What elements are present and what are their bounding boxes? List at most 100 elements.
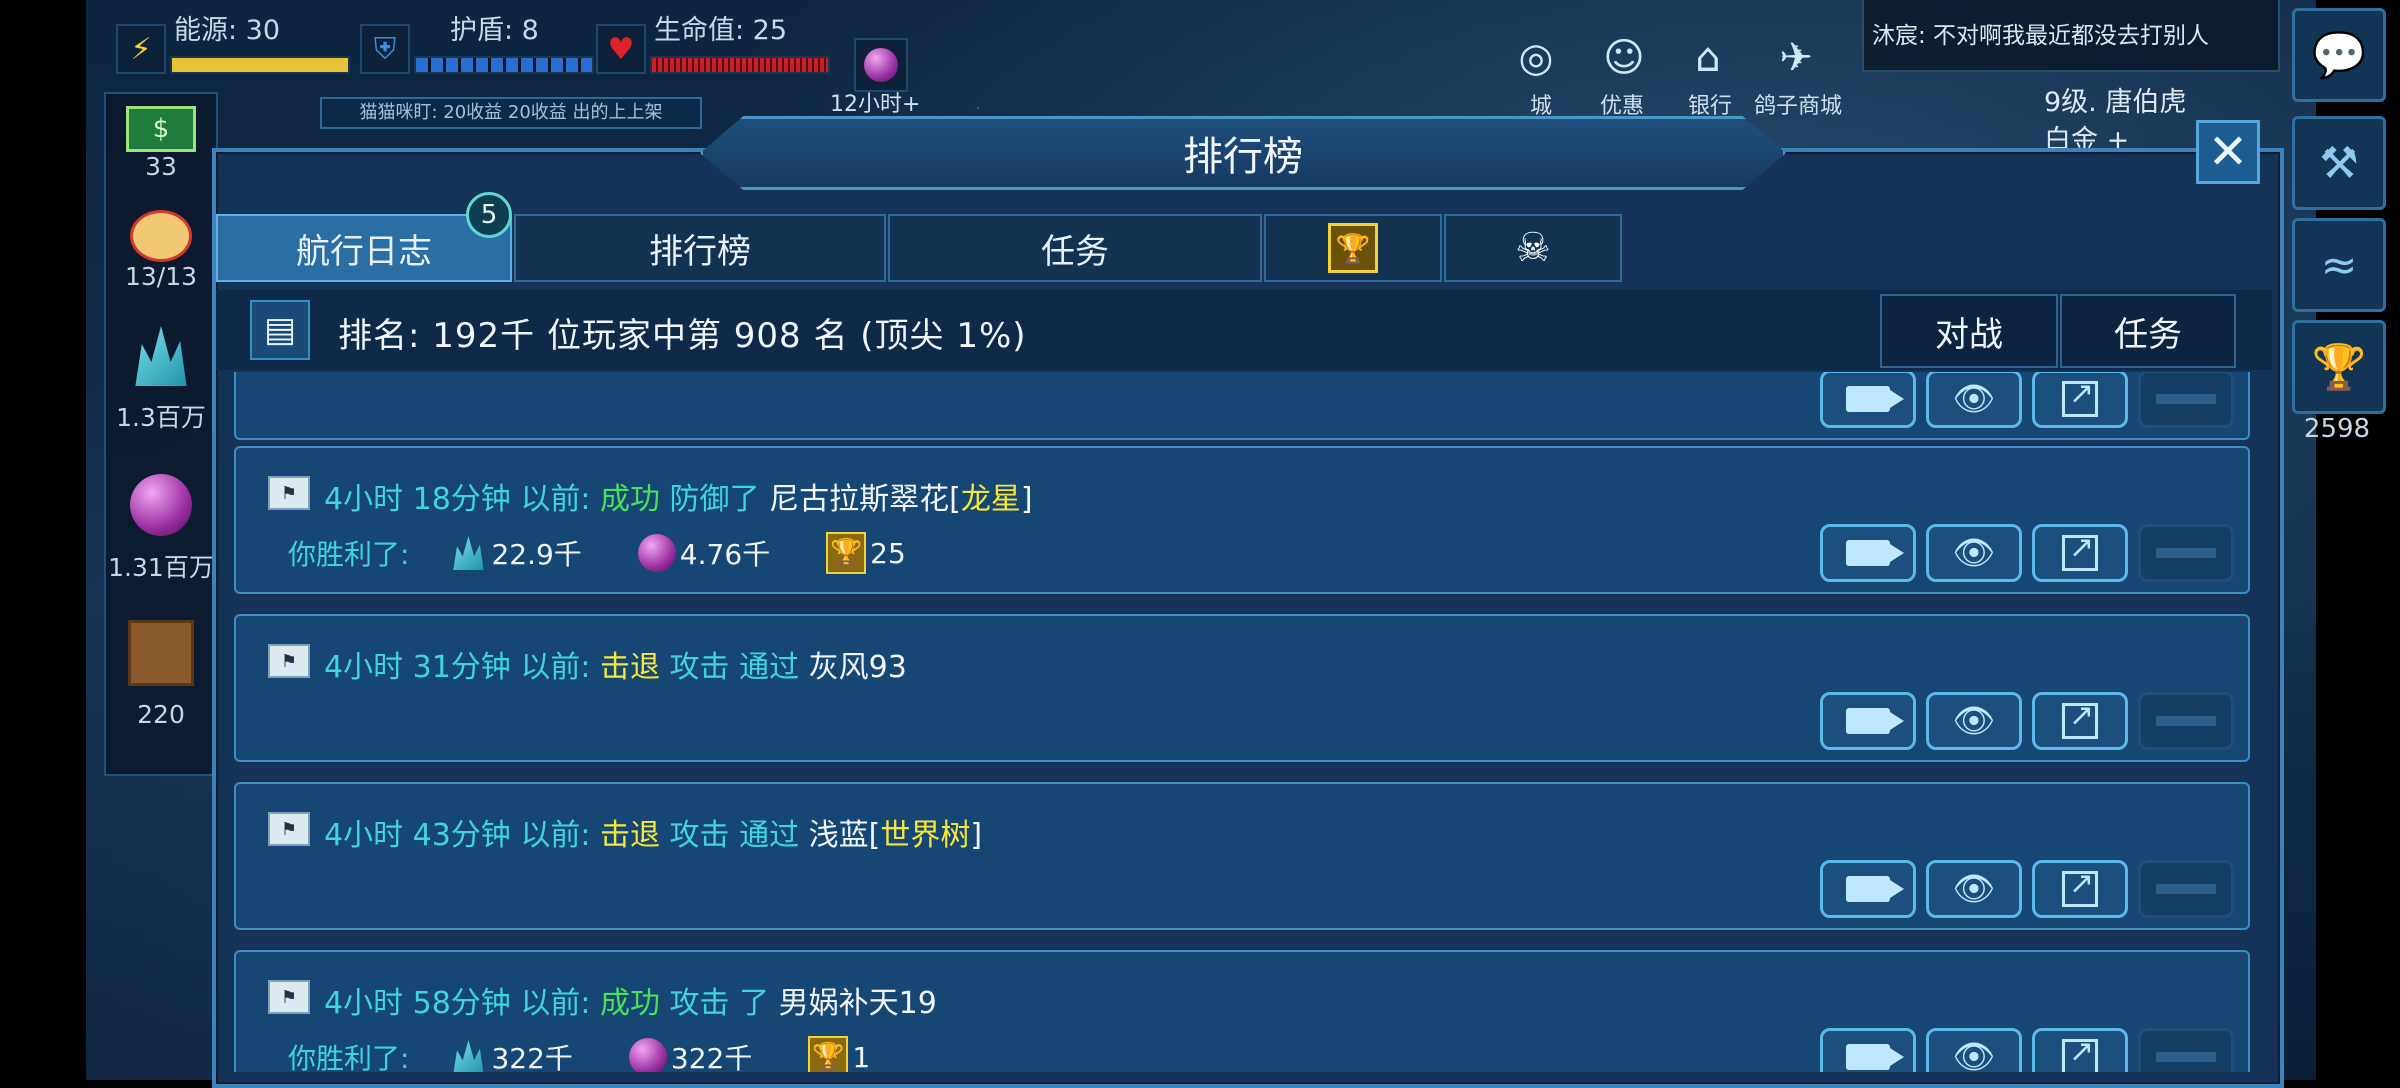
log-entry-card: 你胜利了:2.9千4.6千🏆19👁 bbox=[234, 372, 2250, 440]
replay-button[interactable] bbox=[1820, 860, 1916, 918]
share-button[interactable] bbox=[2032, 1028, 2128, 1072]
reward-orb-value: 322千 bbox=[670, 1042, 753, 1072]
chat-preview[interactable]: 沐宸: 不对啊我最近都没去打别人 bbox=[1862, 0, 2280, 72]
pigeon-shop-icon[interactable]: ✈ bbox=[1768, 30, 1824, 86]
revenge-button[interactable] bbox=[2138, 860, 2234, 918]
tab-skull[interactable]: ☠ bbox=[1444, 214, 1622, 282]
view-button[interactable]: 👁 bbox=[1926, 1028, 2022, 1072]
entry-target[interactable]: 尼古拉斯翠花 bbox=[769, 482, 949, 517]
notification-badge: 5 bbox=[466, 192, 512, 238]
crate-item[interactable]: 220 bbox=[106, 620, 216, 729]
entry-time: 4小时 18分钟 bbox=[324, 482, 511, 517]
entry-tag[interactable]: 世界树 bbox=[880, 818, 970, 853]
nav-label-pigeon-shop[interactable]: 鸽子商城 bbox=[1754, 88, 1842, 120]
entry-target[interactable]: 浅蓝 bbox=[809, 818, 869, 853]
nav-label-deals[interactable]: 优惠 bbox=[1600, 88, 1644, 120]
entry-target[interactable]: 灰风93 bbox=[809, 650, 907, 685]
crystal-value: 1.3百万 bbox=[116, 403, 206, 432]
replay-button[interactable] bbox=[1820, 1028, 1916, 1072]
chat-bubble-icon[interactable]: 💬 bbox=[2292, 8, 2386, 102]
orb-item[interactable]: 1.31百万 bbox=[106, 474, 216, 584]
shield-label: 护盾: 8 bbox=[450, 15, 539, 46]
map-icon[interactable]: ≈ bbox=[2292, 218, 2386, 312]
close-icon: ✕ bbox=[2207, 124, 2249, 180]
camera-icon bbox=[1846, 1044, 1904, 1070]
crew-item[interactable]: 13/13 bbox=[106, 210, 216, 291]
bank-icon[interactable]: ⌂ bbox=[1680, 30, 1736, 86]
nav-label-city[interactable]: 城 bbox=[1530, 88, 1552, 120]
entry-verb: 攻击 bbox=[669, 818, 730, 853]
view-button[interactable]: 👁 bbox=[1926, 372, 2022, 428]
revenge-button[interactable] bbox=[2138, 372, 2234, 428]
health-bar bbox=[650, 56, 830, 74]
replay-button[interactable] bbox=[1820, 692, 1916, 750]
share-icon bbox=[2062, 698, 2098, 739]
entry-verb: 攻击 bbox=[669, 650, 730, 685]
reward-orb: 322千 bbox=[628, 1037, 753, 1072]
close-button[interactable]: ✕ bbox=[2196, 120, 2260, 184]
replay-button[interactable] bbox=[1820, 372, 1916, 428]
orb-icon bbox=[637, 534, 676, 572]
shield-bar bbox=[414, 56, 594, 74]
document-icon[interactable]: ▤ bbox=[250, 300, 310, 360]
share-button[interactable] bbox=[2032, 692, 2128, 750]
entry-actions: 👁 bbox=[1820, 524, 2234, 582]
deal-icon[interactable]: ☺ bbox=[1596, 30, 1652, 86]
revenge-button[interactable] bbox=[2138, 692, 2234, 750]
replay-button[interactable] bbox=[1820, 524, 1916, 582]
entry-actions: 👁 bbox=[1820, 692, 2234, 750]
reward-orb-value: 4.76千 bbox=[679, 538, 771, 571]
entry-time: 4小时 58分钟 bbox=[324, 986, 511, 1021]
eye-icon: 👁 bbox=[1952, 1037, 1996, 1072]
health-label: 生命值: 25 bbox=[654, 15, 788, 46]
crystal-icon bbox=[135, 326, 187, 386]
eye-icon: 👁 bbox=[1952, 533, 1996, 573]
rank-tab-battle[interactable]: 对战 bbox=[1880, 294, 2058, 368]
share-button[interactable] bbox=[2032, 372, 2128, 428]
entry-time: 4小时 31分钟 bbox=[324, 650, 511, 685]
reward-trophy-value: 1 bbox=[852, 1040, 871, 1073]
share-button[interactable] bbox=[2032, 524, 2128, 582]
share-button[interactable] bbox=[2032, 860, 2128, 918]
news-ticker: 猫猫咪盯: 20收益 20收益 出的上上架 bbox=[320, 97, 702, 129]
entry-verb: 攻击 bbox=[669, 986, 730, 1021]
orb-icon bbox=[628, 1038, 667, 1072]
log-entry-icon: ⚑ bbox=[268, 980, 310, 1014]
entry-tag[interactable]: 龙星 bbox=[961, 482, 1021, 517]
money-item[interactable]: $ 33 bbox=[106, 106, 216, 181]
entry-via: 了 bbox=[739, 986, 770, 1021]
skull-icon: ☠ bbox=[1515, 225, 1551, 271]
rank-tab-mission[interactable]: 任务 bbox=[2060, 294, 2236, 368]
tab-leaderboard[interactable]: 排行榜 bbox=[514, 214, 886, 282]
log-list: 你胜利了:2.9千4.6千🏆19👁 ⚑ 4小时 18分钟 以前: 成功 防御了 尼古… bbox=[216, 372, 2272, 1072]
view-button[interactable]: 👁 bbox=[1926, 692, 2022, 750]
panel-title: 排行榜 bbox=[700, 116, 1786, 190]
share-icon bbox=[2062, 1034, 2098, 1072]
tab-trophy[interactable]: 🏆 bbox=[1264, 214, 1442, 282]
right-rail: 💬 ⚒ ≈ 🏆 2598 bbox=[2288, 0, 2386, 1080]
entry-prefix: 以前: bbox=[520, 650, 591, 685]
camera-icon bbox=[1846, 540, 1904, 566]
revenge-button[interactable] bbox=[2138, 1028, 2234, 1072]
log-entry-card: ⚑ 4小时 43分钟 以前: 击退 攻击 通过 浅蓝[世界树] 👁 bbox=[234, 782, 2250, 930]
heart-icon: ♥ bbox=[596, 24, 646, 74]
orb-timer-icon[interactable] bbox=[854, 38, 908, 92]
energy-bar bbox=[170, 56, 350, 74]
victory-rewards: 你胜利了: 22.9千 4.76千 🏆 25 bbox=[288, 532, 906, 574]
log-entry-card: ⚑ 4小时 18分钟 以前: 成功 防御了 尼古拉斯翠花[龙星] 你胜利了: 22.9… bbox=[234, 446, 2250, 594]
entry-target[interactable]: 男娲补天19 bbox=[779, 986, 937, 1021]
view-button[interactable]: 👁 bbox=[1926, 524, 2022, 582]
hammer-icon[interactable]: ⚒ bbox=[2292, 116, 2386, 210]
view-button[interactable]: 👁 bbox=[1926, 860, 2022, 918]
revenge-button[interactable] bbox=[2138, 524, 2234, 582]
timer-text: 12小时+ bbox=[830, 92, 921, 117]
reward-trophy: 🏆 25 bbox=[826, 532, 906, 574]
entry-result: 成功 bbox=[600, 986, 660, 1021]
tab-missions[interactable]: 任务 bbox=[888, 214, 1262, 282]
sword-icon bbox=[2156, 1052, 2216, 1062]
radar-icon[interactable]: ◎ bbox=[1508, 30, 1564, 86]
player-name[interactable]: 9级. 唐伯虎 bbox=[2044, 80, 2186, 119]
nav-label-bank[interactable]: 银行 bbox=[1688, 88, 1732, 120]
trophy-icon[interactable]: 🏆 bbox=[2292, 320, 2386, 414]
crystal-item[interactable]: 1.3百万 bbox=[106, 326, 216, 434]
